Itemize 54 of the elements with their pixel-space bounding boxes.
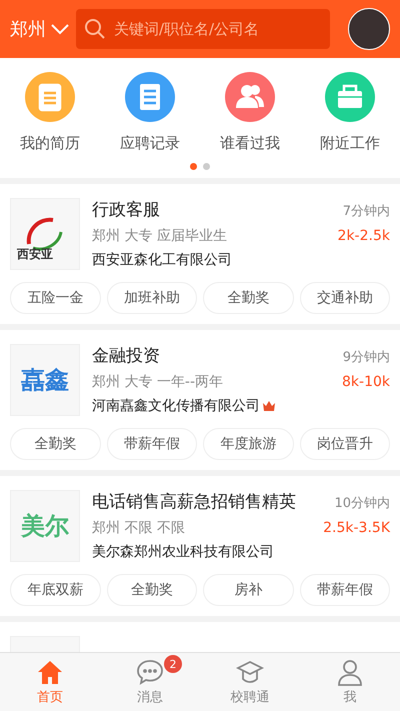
job-requirements: 郑州 大专 应届毕业生: [92, 227, 227, 245]
company-name: 美尔森郑州农业科技有限公司: [92, 543, 274, 561]
home-icon: [36, 658, 64, 686]
shortcut-label[interactable]: 我的简历: [20, 134, 80, 153]
logo-text: 美尔: [21, 511, 69, 542]
company-name: 西安亚森化工有限公司: [92, 251, 232, 269]
chevron-down-icon[interactable]: [50, 23, 70, 35]
job-title: 金融投资: [92, 345, 160, 367]
benefit-tag: 全勤奖: [106, 574, 197, 606]
job-card[interactable]: 嚞鑫 金融投资 9分钟内 郑州 大专 一年--两年 8k-10k 河南嚞鑫文化传播有限公司 全勤奖 带薪年假 年度旅游 岗位晋升: [0, 330, 400, 470]
logo-text: 西安亚: [17, 246, 53, 263]
search-bar[interactable]: 关键词/职位名/公司名: [76, 9, 330, 49]
salary: 2.5k-3.5K: [323, 520, 390, 536]
search-icon: [84, 18, 106, 40]
company-name: 河南嚞鑫文化传播有限公司: [92, 397, 260, 415]
pager-dot[interactable]: [203, 163, 210, 170]
post-time: 9分钟内: [342, 349, 390, 366]
benefit-tag: 全勤奖: [203, 282, 294, 314]
benefit-tag: 五险一金: [10, 282, 100, 314]
benefit-tag: 全勤奖: [10, 428, 100, 460]
job-title: 电话销售高薪急招销售精英: [92, 491, 296, 513]
shortcut-label[interactable]: 附近工作: [320, 134, 380, 153]
pager-dot[interactable]: [190, 163, 197, 170]
job-requirements: 郑州 大专 一年--两年: [92, 373, 224, 391]
avatar-photo-placeholder[interactable]: [348, 8, 390, 50]
unread-badge: 2: [164, 655, 182, 673]
tab-label: 校聘通: [230, 689, 270, 706]
logo-text: 嚞鑫: [21, 365, 69, 396]
search-field[interactable]: 关键词/职位名/公司名: [112, 19, 322, 39]
post-time: 10分钟内: [334, 495, 390, 512]
job-card[interactable]: 美尔 电话销售高薪急招销售精英 10分钟内 郑州 不限 不限 2.5k-3.5K 美尔森郑州农业科技有限公司 年底双薪 全勤奖 房补 带薪年假: [0, 476, 400, 616]
benefit-tag: 加班补助: [106, 282, 197, 314]
benefit-tag: 交通补助: [300, 282, 390, 314]
shortcut-label[interactable]: 谁看过我: [220, 134, 280, 153]
graduation-cap-icon: [236, 658, 264, 686]
shortcut-label[interactable]: 应聘记录: [120, 134, 180, 153]
job-requirements: 郑州 不限 不限: [92, 519, 185, 537]
job-card[interactable]: 西安亚 行政客服 7分钟内 郑州 大专 应届毕业生 2k-2.5k 西安亚森化工有限公司 五险一金 加班补助 全勤奖 交通补助: [0, 184, 400, 324]
tab-label: 我: [344, 689, 356, 706]
salary: 2k-2.5k: [338, 228, 390, 244]
person-icon: [336, 658, 364, 686]
benefit-tag: 年底双薪: [10, 574, 100, 606]
benefit-tag: 带薪年假: [300, 574, 390, 606]
benefit-tag: 年度旅游: [203, 428, 294, 460]
salary: 8k-10k: [342, 374, 390, 390]
job-title: 行政客服: [92, 199, 160, 221]
tab-label: 首页: [37, 689, 63, 706]
benefit-tag: 带薪年假: [106, 428, 197, 460]
benefit-tag: 房补: [203, 574, 294, 606]
tab-label: 消息: [137, 689, 163, 706]
benefit-tag: 岗位晋升: [300, 428, 390, 460]
chat-bubble-icon: [136, 658, 164, 686]
tab-item[interactable]: 消息 2: [100, 653, 200, 711]
post-time: 7分钟内: [342, 203, 390, 220]
